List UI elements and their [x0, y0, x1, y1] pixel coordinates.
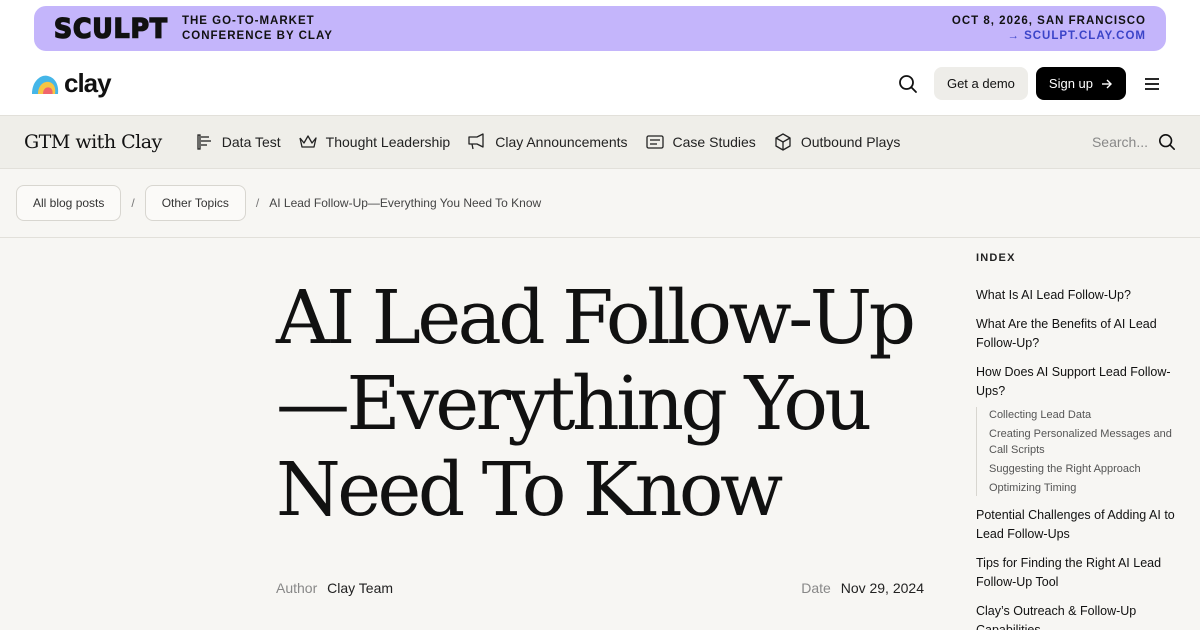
blog-search[interactable]: Search...: [1092, 133, 1176, 151]
promo-left: SCULPT THE GO-TO-MARKET CONFERENCE BY CL…: [53, 12, 333, 44]
nav-item-label: Clay Announcements: [495, 134, 628, 150]
sculpt-logo: SCULPT: [53, 12, 168, 44]
nav-item-case-studies[interactable]: Case Studies: [645, 133, 756, 151]
toc-item[interactable]: What Are the Benefits of AI Lead Follow-…: [976, 315, 1182, 353]
nav-item-label: Thought Leadership: [325, 134, 451, 150]
nav-item-label: Outbound Plays: [800, 134, 901, 150]
toc-item[interactable]: Tips for Finding the Right AI Lead Follo…: [976, 554, 1182, 592]
site-header: clay Get a demo Sign up: [0, 52, 1200, 115]
search-icon: [899, 74, 917, 93]
promo-tagline-line2: CONFERENCE BY CLAY: [181, 29, 333, 42]
nav-item-label: Data Test: [221, 134, 281, 150]
megaphone-icon: [468, 133, 484, 150]
promo-banner[interactable]: SCULPT THE GO-TO-MARKET CONFERENCE BY CL…: [34, 6, 1166, 51]
author-block: Author Clay Team: [276, 580, 393, 596]
clay-logo-text: clay: [64, 68, 112, 98]
sign-up-button[interactable]: Sign up: [1035, 67, 1126, 100]
title-line: —Everything You: [276, 361, 872, 447]
promo-link[interactable]: → SCULPT.CLAY.COM: [952, 29, 1146, 44]
crown-icon: [299, 135, 317, 148]
blog-nav: GTM with Clay Data Test Thought Leadersh…: [0, 115, 1200, 169]
promo-banner-wrapper: SCULPT THE GO-TO-MARKET CONFERENCE BY CL…: [0, 0, 1200, 52]
breadcrumb-other-topics[interactable]: Other Topics: [144, 185, 246, 221]
cube-icon: [775, 133, 791, 151]
promo-tagline: THE GO-TO-MARKET CONFERENCE BY CLAY: [182, 14, 333, 44]
breadcrumb-separator: /: [255, 196, 260, 210]
article-meta: Author Clay Team Date Nov 29, 2024: [276, 580, 924, 596]
search-icon[interactable]: [1158, 133, 1176, 151]
get-demo-button[interactable]: Get a demo: [933, 67, 1028, 100]
index-title: INDEX: [976, 252, 1016, 264]
toc-item[interactable]: What Is AI Lead Follow-Up?: [976, 286, 1182, 305]
sign-up-label: Sign up: [1048, 76, 1093, 91]
nav-item-clay-announcements[interactable]: Clay Announcements: [467, 133, 628, 151]
breadcrumb-current: AI Lead Follow-Up—Everything You Need To…: [269, 196, 542, 210]
date-block: Date Nov 29, 2024: [801, 580, 924, 596]
card-icon: [645, 135, 664, 149]
page-title: AI Lead Follow-Up —Everything You Need T…: [276, 275, 926, 533]
article-header: AI Lead Follow-Up —Everything You Need T…: [276, 275, 926, 533]
promo-event-info: OCT 8, 2026, SAN FRANCISCO → SCULPT.CLAY…: [952, 14, 1146, 44]
author-name[interactable]: Clay Team: [327, 580, 393, 596]
toc-subitems: Collecting Lead Data Creating Personaliz…: [976, 407, 1182, 496]
toc-item[interactable]: Potential Challenges of Adding AI to Lea…: [976, 506, 1182, 544]
date-label: Date: [801, 580, 831, 596]
menu-button[interactable]: [1134, 66, 1170, 102]
arrow-right-icon: [1102, 79, 1112, 88]
clay-logo[interactable]: clay: [30, 68, 112, 99]
clay-logo-icon: [32, 75, 59, 94]
nav-item-data-test[interactable]: Data Test: [196, 133, 281, 151]
search-placeholder[interactable]: Search...: [1092, 134, 1148, 150]
nav-item-thought-leadership[interactable]: Thought Leadership: [298, 133, 451, 151]
breadcrumb-separator: /: [131, 196, 135, 210]
hamburger-menu-icon: [1145, 77, 1159, 90]
toc-subitem[interactable]: Suggesting the Right Approach: [989, 461, 1182, 477]
nav-item-label: Case Studies: [672, 134, 756, 150]
header-actions: Get a demo Sign up: [890, 66, 1170, 102]
publish-date: Nov 29, 2024: [840, 580, 924, 596]
breadcrumb-all-posts[interactable]: All blog posts: [16, 185, 122, 221]
toc-item[interactable]: How Does AI Support Lead Follow-Ups?: [976, 363, 1182, 401]
table-of-contents: INDEX What Is AI Lead Follow-Up? What Ar…: [976, 252, 1182, 630]
author-label: Author: [276, 580, 318, 596]
toc-item[interactable]: Clay’s Outreach & Follow-Up Capabilities: [976, 602, 1182, 630]
data-test-icon: [197, 134, 211, 150]
promo-date: OCT 8, 2026, SAN FRANCISCO: [951, 14, 1146, 27]
title-line: Need To Know: [276, 447, 783, 533]
promo-tagline-line1: THE GO-TO-MARKET: [181, 14, 315, 27]
title-line: AI Lead Follow-Up: [276, 275, 916, 361]
toc-subitem[interactable]: Creating Personalized Messages and Call …: [989, 426, 1182, 458]
blog-title[interactable]: GTM with Clay: [24, 131, 162, 153]
search-button[interactable]: [890, 66, 926, 102]
breadcrumb: All blog posts / Other Topics / AI Lead …: [0, 169, 1200, 238]
nav-item-outbound-plays[interactable]: Outbound Plays: [773, 133, 901, 151]
toc-subitem[interactable]: Optimizing Timing: [989, 480, 1182, 496]
toc-subitem[interactable]: Collecting Lead Data: [989, 407, 1182, 423]
